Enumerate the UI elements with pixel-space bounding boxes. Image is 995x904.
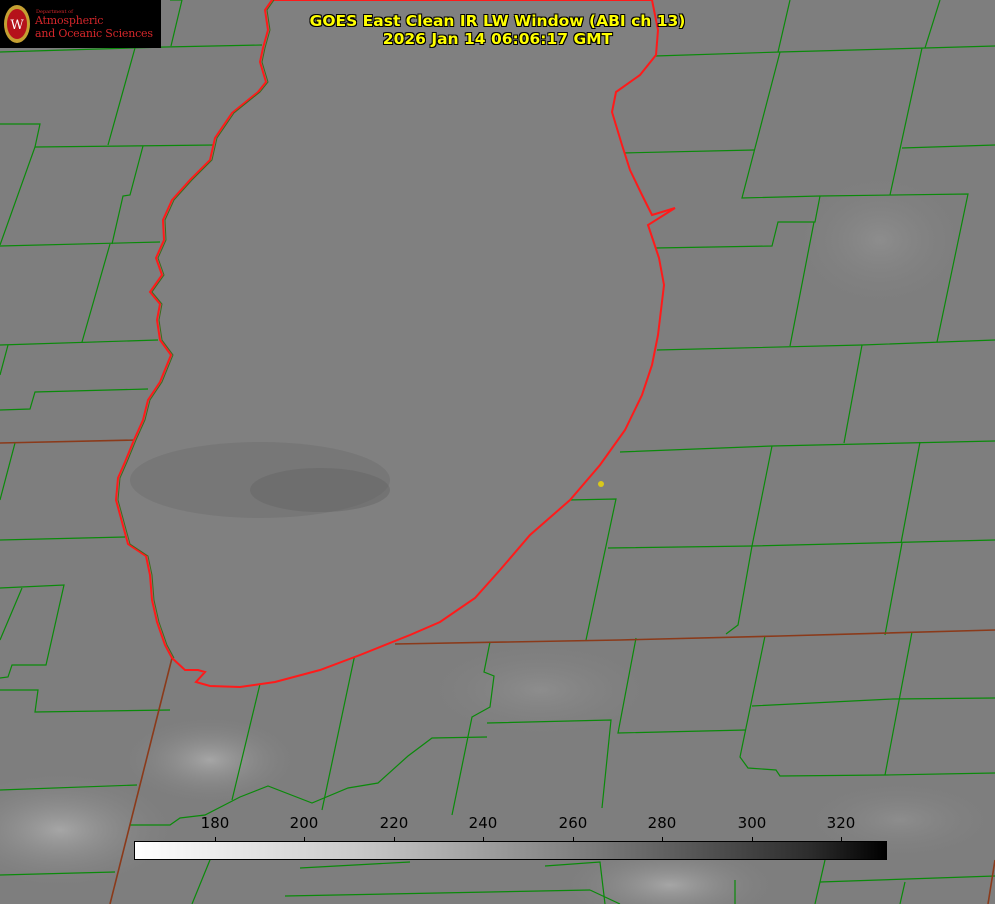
temperature-colorbar: [134, 841, 887, 860]
colorbar-label-220: 220: [379, 814, 409, 832]
station-dot: [598, 481, 604, 487]
colorbar-labels: 180 200 220 240 260 280 300 320: [0, 814, 995, 834]
satellite-map: [0, 0, 995, 904]
image-timestamp: 2026 Jan 14 06:06:17 GMT: [382, 30, 613, 48]
image-title: GOES East Clean IR LW Window (ABI ch 13): [309, 12, 686, 30]
colorbar-label-240: 240: [468, 814, 498, 832]
colorbar-label-320: 320: [826, 814, 856, 832]
colorbar-label-180: 180: [200, 814, 230, 832]
colorbar-label-260: 260: [558, 814, 588, 832]
colorbar-label-200: 200: [289, 814, 319, 832]
colorbar-label-280: 280: [647, 814, 677, 832]
colorbar-label-300: 300: [737, 814, 767, 832]
